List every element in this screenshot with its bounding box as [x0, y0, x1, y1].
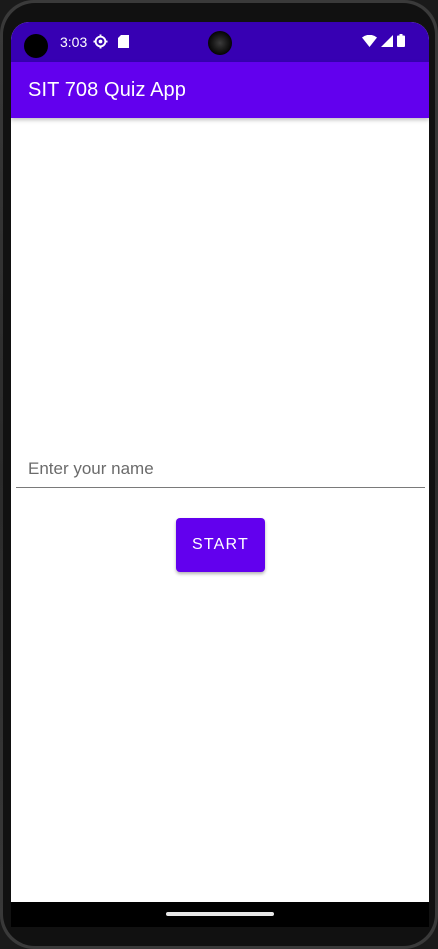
start-button[interactable]: START [176, 518, 265, 572]
status-time: 3:03 [60, 34, 88, 50]
navigation-bar [11, 902, 429, 927]
front-sensor-dot [24, 34, 48, 58]
cell-signal-icon [381, 34, 393, 52]
settings-gear-icon [93, 34, 108, 49]
battery-icon [397, 34, 405, 52]
front-camera [208, 31, 232, 55]
wifi-icon [362, 34, 377, 52]
name-input[interactable] [16, 450, 425, 488]
status-bar: 3:03 [11, 22, 429, 62]
sd-card-icon [118, 35, 129, 48]
app-title: SIT 708 Quiz App [28, 79, 186, 101]
app-bar: SIT 708 Quiz App [11, 62, 429, 118]
phone-frame: 3:03 SIT 708 Quiz App Enter your name ST… [0, 0, 438, 949]
status-icons-right [362, 34, 405, 52]
home-gesture-pill[interactable] [166, 912, 274, 916]
app-screen: 3:03 SIT 708 Quiz App Enter your name ST… [11, 22, 429, 927]
